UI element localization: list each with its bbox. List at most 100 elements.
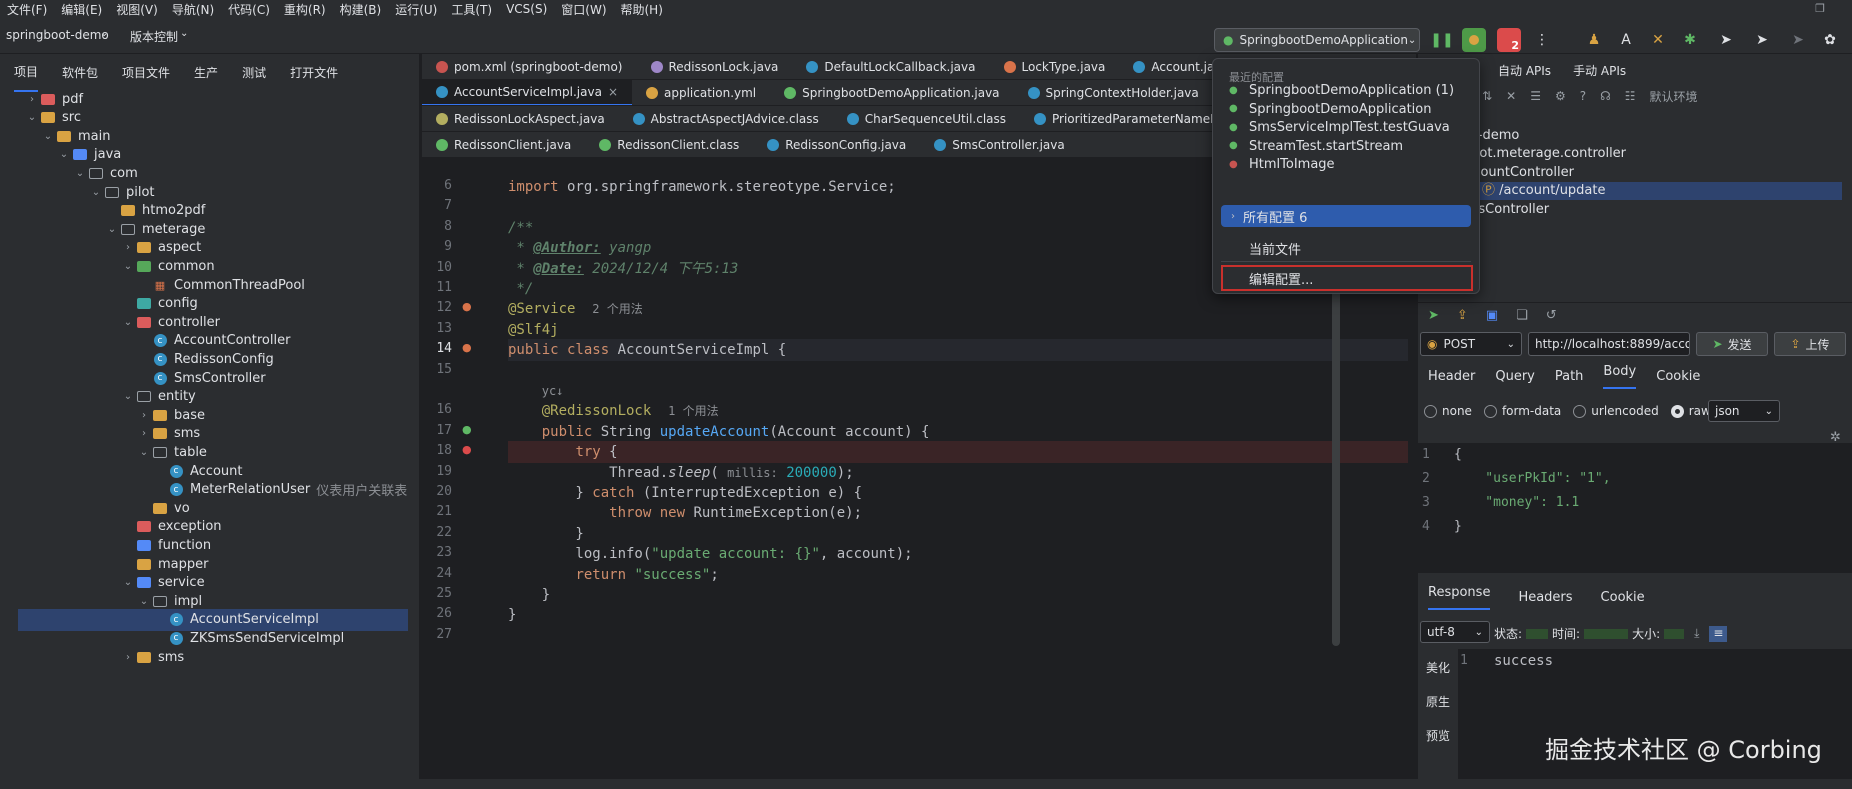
request-tab[interactable]: Path: [1555, 369, 1584, 384]
menu-item[interactable]: VCS(S): [499, 2, 554, 16]
editor-tab[interactable]: DefaultLockCallback.java: [792, 54, 989, 79]
recent-config-item[interactable]: ● SmsServiceImplTest.testGuava: [1229, 120, 1450, 135]
gutter-bean-icon[interactable]: ●: [462, 341, 472, 354]
chevron-icon[interactable]: ⌄: [136, 447, 152, 458]
send-icon[interactable]: ➤: [1714, 28, 1738, 52]
env-icon[interactable]: ☷: [1625, 89, 1636, 103]
download-icon[interactable]: ⤓: [1694, 626, 1699, 641]
chevron-down-icon[interactable]: ⌄: [180, 28, 188, 39]
response-tab[interactable]: Response: [1428, 585, 1491, 610]
project-tab[interactable]: 项目文件: [122, 54, 170, 91]
stop-button[interactable]: 2: [1497, 28, 1521, 52]
chevron-icon[interactable]: ›: [136, 428, 152, 439]
menu-item[interactable]: 编辑(E): [54, 1, 109, 18]
chevron-icon[interactable]: ⌄: [72, 168, 88, 179]
url-input[interactable]: http://localhost:8899/acco: [1528, 332, 1690, 356]
menu-item[interactable]: 代码(C): [221, 1, 277, 18]
debug-icon[interactable]: [1462, 28, 1486, 52]
menu-item[interactable]: 导航(N): [165, 1, 221, 18]
chevron-icon[interactable]: ⌄: [24, 112, 40, 123]
menu-item[interactable]: 窗口(W): [554, 1, 613, 18]
translate-icon[interactable]: A: [1614, 28, 1638, 52]
chevron-icon[interactable]: ⌄: [120, 317, 136, 328]
body-type-radio[interactable]: form-data: [1483, 404, 1561, 418]
request-tab[interactable]: Body: [1603, 364, 1637, 389]
api-tab[interactable]: 手动 APIs: [1573, 62, 1626, 79]
request-tab[interactable]: Header: [1428, 369, 1475, 384]
editor-tab[interactable]: LockType.java: [990, 54, 1120, 79]
current-file-item[interactable]: 当前文件: [1249, 239, 1301, 258]
pause-icon[interactable]: ❚❚: [1430, 28, 1454, 52]
editor-tab[interactable]: SpringbootDemoApplication.java: [770, 80, 1013, 105]
body-type-radio[interactable]: none: [1424, 404, 1472, 418]
bug-icon[interactable]: ✱: [1678, 28, 1702, 52]
recent-config-item[interactable]: ● HtmlToImage: [1229, 157, 1335, 172]
response-tab[interactable]: Headers: [1518, 590, 1572, 605]
view-mode-item[interactable]: 预览: [1426, 727, 1450, 744]
project-tab[interactable]: 项目: [14, 53, 39, 92]
project-tab[interactable]: 测试: [242, 54, 266, 91]
request-tab[interactable]: Cookie: [1656, 369, 1700, 384]
recent-config-item[interactable]: ● SpringbootDemoApplication: [1229, 102, 1431, 117]
editor-tab[interactable]: RedissonClient.class: [585, 132, 753, 157]
edit-config-item[interactable]: 编辑配置...: [1221, 265, 1473, 291]
menu-item[interactable]: 重构(R): [277, 1, 333, 18]
copy-icon[interactable]: ❏: [1516, 308, 1528, 323]
chevron-icon[interactable]: ⌄: [40, 131, 56, 142]
editor-tab[interactable]: RedissonLockAspect.java: [422, 106, 619, 131]
editor-tab[interactable]: CharSequenceUtil.class: [833, 106, 1020, 131]
editor-tab[interactable]: application.yml: [632, 80, 770, 105]
project-selector[interactable]: springboot-demo: [6, 28, 109, 42]
body-type-radio[interactable]: urlencoded: [1573, 404, 1659, 418]
recent-config-item[interactable]: ● StreamTest.startStream: [1229, 139, 1403, 154]
chevron-icon[interactable]: ⌄: [88, 187, 104, 198]
chevron-icon[interactable]: ›: [120, 652, 136, 663]
send-button[interactable]: ➤ 发送: [1696, 332, 1768, 356]
editor-tab[interactable]: pom.xml (springboot-demo): [422, 54, 637, 79]
recent-config-item[interactable]: ● SpringbootDemoApplication (1): [1229, 83, 1454, 98]
gear-icon[interactable]: ⚙: [1555, 89, 1566, 103]
menu-item[interactable]: 帮助(H): [614, 1, 670, 18]
gutter-bean-icon[interactable]: ●: [462, 300, 472, 313]
editor-tab[interactable]: RedissonConfig.java: [753, 132, 920, 157]
editor-tab[interactable]: SpringContextHolder.java: [1014, 80, 1213, 105]
editor-tab[interactable]: SmsController.java: [920, 132, 1078, 157]
view-mode-item[interactable]: 原生: [1426, 693, 1450, 710]
editor-tab[interactable]: RedissonClient.java: [422, 132, 585, 157]
view-mode-item[interactable]: 美化: [1426, 659, 1450, 676]
menu-item[interactable]: 工具(T): [444, 1, 499, 18]
chevron-icon[interactable]: ⌄: [136, 596, 152, 607]
chevron-icon[interactable]: ⌄: [120, 391, 136, 402]
history-icon[interactable]: ↺: [1546, 308, 1557, 323]
menu-item[interactable]: 文件(F): [0, 1, 54, 18]
chevron-icon[interactable]: ›: [120, 242, 136, 253]
chevron-icon[interactable]: ›: [24, 94, 40, 105]
tools-icon[interactable]: ✕: [1646, 28, 1670, 52]
chevron-icon[interactable]: ›: [136, 410, 152, 421]
project-tab[interactable]: 生产: [194, 54, 218, 91]
save-icon[interactable]: ▣: [1486, 308, 1498, 323]
request-tab[interactable]: Query: [1495, 369, 1535, 384]
project-tab[interactable]: 软件包: [62, 54, 98, 91]
menu-item[interactable]: 构建(B): [333, 1, 389, 18]
menu-item[interactable]: 运行(U): [388, 1, 444, 18]
menu-item[interactable]: 视图(V): [109, 1, 165, 18]
chevron-icon[interactable]: ⌄: [56, 149, 72, 160]
api-tree-item[interactable]: Ⓟ /account/update: [1448, 182, 1842, 201]
tree-item[interactable]: › sms: [0, 646, 418, 668]
project-tab[interactable]: 打开文件: [290, 54, 338, 91]
filter-icon[interactable]: ☰: [1530, 89, 1541, 103]
chevron-down-icon[interactable]: ⌄: [100, 28, 108, 39]
collapse-icon[interactable]: ⇅: [1482, 89, 1492, 103]
env-selector[interactable]: 默认环境: [1650, 88, 1698, 105]
method-select[interactable]: ◉ POST ⌄: [1420, 332, 1522, 356]
upload-button[interactable]: ⇪ 上传: [1774, 332, 1846, 356]
chevron-icon[interactable]: ⌄: [104, 224, 120, 235]
vcs-menu[interactable]: 版本控制: [130, 28, 178, 45]
run-config-selector[interactable]: ● SpringbootDemoApplication ⌄: [1214, 28, 1420, 52]
close-icon[interactable]: ×: [608, 85, 618, 99]
encoding-select[interactable]: utf-8 ⌄: [1420, 621, 1490, 643]
request-body-editor[interactable]: 1 {2 "userPkId": "1", 3 "money": 1.1 4}: [1418, 443, 1852, 573]
wrap-icon[interactable]: ≡: [1709, 625, 1728, 642]
send-all-icon[interactable]: ➤: [1750, 28, 1774, 52]
